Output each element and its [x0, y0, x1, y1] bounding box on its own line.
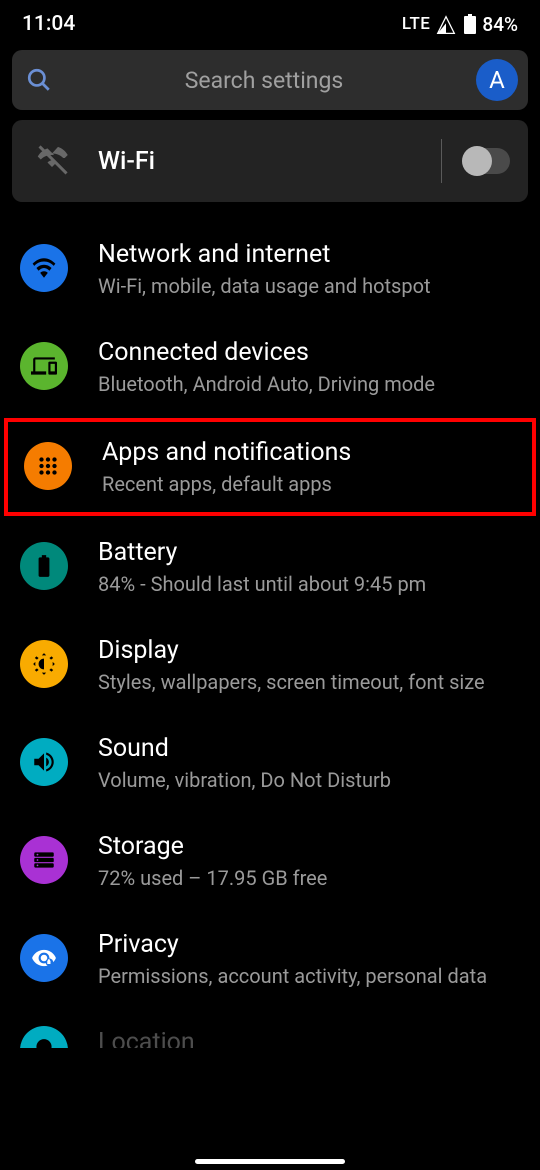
settings-item-apps[interactable]: Apps and notifications Recent apps, defa…	[4, 418, 536, 516]
wifi-quick-toggle-card[interactable]: Wi-Fi	[12, 120, 528, 202]
item-subtitle: 84% - Should last until about 9:45 pm	[98, 571, 520, 598]
toggle-knob	[462, 146, 492, 176]
avatar-letter: A	[489, 66, 505, 94]
item-subtitle: Styles, wallpapers, screen timeout, font…	[98, 669, 520, 696]
item-title: Network and internet	[98, 240, 520, 269]
item-title: Privacy	[98, 930, 520, 959]
search-placeholder: Search settings	[52, 67, 476, 94]
wifi-toggle[interactable]	[462, 148, 510, 174]
item-subtitle: Bluetooth, Android Auto, Driving mode	[98, 371, 520, 398]
settings-item-battery[interactable]: Battery 84% - Should last until about 9:…	[0, 518, 540, 616]
sound-icon	[20, 738, 68, 786]
item-subtitle: Wi-Fi, mobile, data usage and hotspot	[98, 273, 520, 300]
apps-icon	[24, 442, 72, 490]
item-title: Location	[98, 1028, 520, 1048]
item-title: Display	[98, 636, 520, 665]
item-subtitle: Recent apps, default apps	[102, 471, 516, 498]
storage-icon	[20, 836, 68, 884]
item-title: Sound	[98, 734, 520, 763]
network-type-label: LTE	[402, 14, 431, 34]
item-subtitle: Volume, vibration, Do Not Disturb	[98, 767, 520, 794]
settings-item-storage[interactable]: Storage 72% used – 17.95 GB free	[0, 812, 540, 910]
wifi-icon	[20, 244, 68, 292]
search-icon	[26, 67, 52, 93]
item-title: Apps and notifications	[102, 438, 516, 467]
display-icon	[20, 640, 68, 688]
battery-percent: 84%	[482, 13, 518, 36]
settings-item-location[interactable]: Location	[0, 1008, 540, 1048]
settings-item-network[interactable]: Network and internet Wi-Fi, mobile, data…	[0, 220, 540, 318]
divider	[441, 139, 442, 183]
search-bar[interactable]: Search settings A	[12, 50, 528, 110]
status-right: LTE 84%	[402, 13, 518, 36]
wifi-off-icon	[34, 143, 70, 179]
item-title: Battery	[98, 538, 520, 567]
wifi-label: Wi-Fi	[98, 147, 441, 176]
item-subtitle: 72% used – 17.95 GB free	[98, 865, 520, 892]
battery-icon	[20, 542, 68, 590]
avatar[interactable]: A	[476, 59, 518, 101]
privacy-icon	[20, 934, 68, 982]
settings-item-privacy[interactable]: Privacy Permissions, account activity, p…	[0, 910, 540, 1008]
settings-item-display[interactable]: Display Styles, wallpapers, screen timeo…	[0, 616, 540, 714]
devices-icon	[20, 342, 68, 390]
nav-bar-handle[interactable]	[195, 1159, 345, 1164]
item-title: Connected devices	[98, 338, 520, 367]
settings-item-sound[interactable]: Sound Volume, vibration, Do Not Disturb	[0, 714, 540, 812]
status-bar: 11:04 LTE 84%	[0, 0, 540, 44]
status-time: 11:04	[22, 12, 75, 36]
settings-item-connected-devices[interactable]: Connected devices Bluetooth, Android Aut…	[0, 318, 540, 416]
battery-icon	[464, 14, 476, 34]
location-icon	[20, 1026, 68, 1048]
item-title: Storage	[98, 832, 520, 861]
signal-icon	[436, 15, 456, 33]
item-subtitle: Permissions, account activity, personal …	[98, 963, 520, 990]
settings-list: Network and internet Wi-Fi, mobile, data…	[0, 220, 540, 1048]
